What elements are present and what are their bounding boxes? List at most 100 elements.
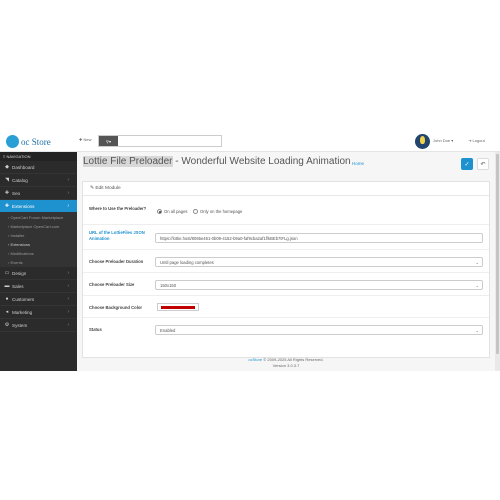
sidebar-item-label: Marketing (12, 310, 33, 315)
form-row-bg-color: Choose Background Color (83, 297, 489, 318)
extensions-icon: ✚ (4, 203, 10, 209)
lightbulb-icon (420, 136, 425, 144)
form-row-size: Choose Preloader Size 150x150 ⌄ (83, 274, 489, 296)
logout-link[interactable]: ⇥ Logout (468, 138, 485, 143)
marketing-icon: ◂ (5, 309, 9, 315)
page-title-highlight: Lottie File Preloader (83, 156, 173, 167)
footer-copyright: © 2009-2025 All Rights Reserved. (262, 357, 324, 362)
search-type-dropdown[interactable]: ⚲ ▾ (99, 136, 118, 146)
duration-label: Choose Preloader Duration (89, 259, 144, 264)
chevron-down-icon: ⌄ (475, 260, 479, 265)
sidebar: ≡ NAVIGATION ◆ Dashboard ◥ Catalog › ✚ S… (0, 152, 77, 371)
color-swatch-bar (161, 306, 195, 309)
chevron-down-icon: ⌄ (475, 283, 479, 288)
sidebar-item-label: Customers (12, 297, 35, 302)
chevron-right-icon: › (67, 296, 69, 302)
sidebar-item-label: Sales (12, 284, 24, 289)
chevron-right-icon: › (67, 270, 69, 276)
radio-unchecked-icon (193, 209, 198, 214)
back-button[interactable]: ↶ (477, 158, 489, 170)
nav-title: ≡ NAVIGATION (0, 152, 77, 161)
duration-select[interactable]: Until page loading completes ⌄ (155, 257, 483, 267)
chevron-right-icon: › (67, 283, 69, 289)
sidebar-item-label: Seo (12, 191, 21, 196)
placement-label: Where to Use the Preloader? (89, 206, 147, 211)
sidebar-item-label: Catalog (12, 178, 28, 183)
sidebar-item-customers[interactable]: ● Customers › (0, 293, 77, 306)
sidebar-item-extensions[interactable]: ✚ Extensions › (0, 200, 77, 213)
sidebar-subitem-extensions[interactable]: › Extensions (0, 240, 77, 249)
new-menu-button[interactable]: ✚ New (79, 137, 91, 142)
radio-all-pages[interactable]: On all pages (157, 209, 188, 214)
gear-icon: ⚙ (4, 322, 10, 328)
chevron-right-icon: › (67, 309, 69, 315)
search-input[interactable] (118, 136, 221, 146)
top-header: oc Store ✚ New ⚲ ▾ John Doe ▾ ⇥ Logout (0, 131, 500, 152)
sidebar-item-label: Dashboard (12, 165, 35, 170)
logo[interactable]: oc Store (6, 134, 51, 149)
design-icon: ▭ (4, 270, 10, 276)
radio-homepage-label: Only on the homepage (200, 209, 243, 214)
new-menu-label: New (83, 137, 92, 142)
url-input[interactable]: https://lottie.host/8065e461-0b09-4152-b… (155, 233, 483, 243)
dashboard-icon: ◆ (5, 164, 9, 170)
user-menu[interactable]: John Doe ▾ (433, 138, 453, 143)
search-bar: ⚲ ▾ (98, 135, 222, 147)
nav-title-label: NAVIGATION (6, 154, 31, 159)
avatar[interactable] (415, 134, 430, 149)
radio-all-pages-label: On all pages (164, 209, 188, 214)
chevron-down-icon: › (67, 203, 69, 209)
status-select-value: Enabled (160, 328, 176, 333)
breadcrumb-home-link[interactable]: Home (352, 161, 364, 166)
footer: ocStore © 2009-2025 All Rights Reserved.… (77, 357, 495, 369)
customers-icon: ● (5, 296, 9, 302)
footer-brand-link[interactable]: ocStore (248, 357, 262, 362)
sidebar-subitem-events[interactable]: › Events (0, 258, 77, 267)
sidebar-item-sales[interactable]: ▬ Sales › (0, 280, 77, 293)
sidebar-subitem-modifications[interactable]: › Modifications (0, 249, 77, 258)
save-button[interactable]: ✓ (461, 158, 473, 170)
form-row-url: URL of the LottieFiles JSON Animation ht… (83, 226, 489, 250)
puzzle-icon: ✚ (4, 190, 10, 196)
cart-logo-icon (6, 135, 19, 148)
status-select[interactable]: Enabled ⌄ (155, 325, 483, 335)
sidebar-item-catalog[interactable]: ◥ Catalog › (0, 174, 77, 187)
sidebar-subitem-installer[interactable]: › Installer (0, 231, 77, 240)
logo-text: oc Store (21, 136, 51, 147)
panel-heading: ✎ Edit Module (83, 182, 489, 196)
sales-icon: ▬ (4, 283, 10, 289)
form-row-status: Status Enabled ⌄ (83, 319, 489, 341)
page-title-rest: - Wonderful Website Loading Animation (172, 156, 351, 167)
chevron-right-icon: › (67, 177, 69, 183)
duration-select-value: Until page loading completes (160, 260, 214, 265)
scrollbar-thumb[interactable] (496, 154, 499, 354)
reply-icon: ↶ (480, 161, 486, 168)
search-type-caret: ▾ (108, 138, 111, 144)
sidebar-item-design[interactable]: ▭ Design › (0, 267, 77, 280)
sidebar-item-label: Extensions (12, 204, 35, 209)
status-label: Status (89, 327, 102, 332)
main-content: Lottie File Preloader - Wonderful Websit… (77, 152, 495, 371)
logout-label: Logout (472, 138, 485, 143)
sidebar-item-marketing[interactable]: ◂ Marketing › (0, 306, 77, 319)
radio-checked-icon (157, 209, 162, 214)
sidebar-item-seo[interactable]: ✚ Seo › (0, 187, 77, 200)
size-select[interactable]: 150x150 ⌄ (155, 280, 483, 290)
app-window: oc Store ✚ New ⚲ ▾ John Doe ▾ ⇥ Logout ≡ … (0, 131, 500, 371)
page-scrollbar[interactable] (495, 152, 500, 371)
sidebar-subitem-label: Marketplace OpenCart.com (10, 224, 60, 229)
radio-homepage[interactable]: Only on the homepage (193, 209, 242, 214)
chevron-down-icon: ⌄ (475, 328, 479, 333)
bg-color-label: Choose Background Color (89, 305, 143, 310)
form-row-placement: Where to Use the Preloader? On all pages… (83, 198, 489, 225)
chevron-right-icon: › (67, 190, 69, 196)
sidebar-item-label: Design (12, 271, 27, 276)
bg-color-picker[interactable] (157, 303, 199, 311)
sidebar-subitem-forum-marketplace[interactable]: › OpenCart Forum Marketplace (0, 213, 77, 222)
page-title: Lottie File Preloader - Wonderful Websit… (83, 156, 351, 167)
sidebar-item-system[interactable]: ⚙ System › (0, 319, 77, 332)
sidebar-subitem-label: Modifications (10, 251, 34, 256)
sidebar-subitem-marketplace[interactable]: › Marketplace OpenCart.com (0, 222, 77, 231)
sidebar-item-dashboard[interactable]: ◆ Dashboard (0, 161, 77, 174)
sidebar-subitem-label: Installer (10, 233, 25, 238)
